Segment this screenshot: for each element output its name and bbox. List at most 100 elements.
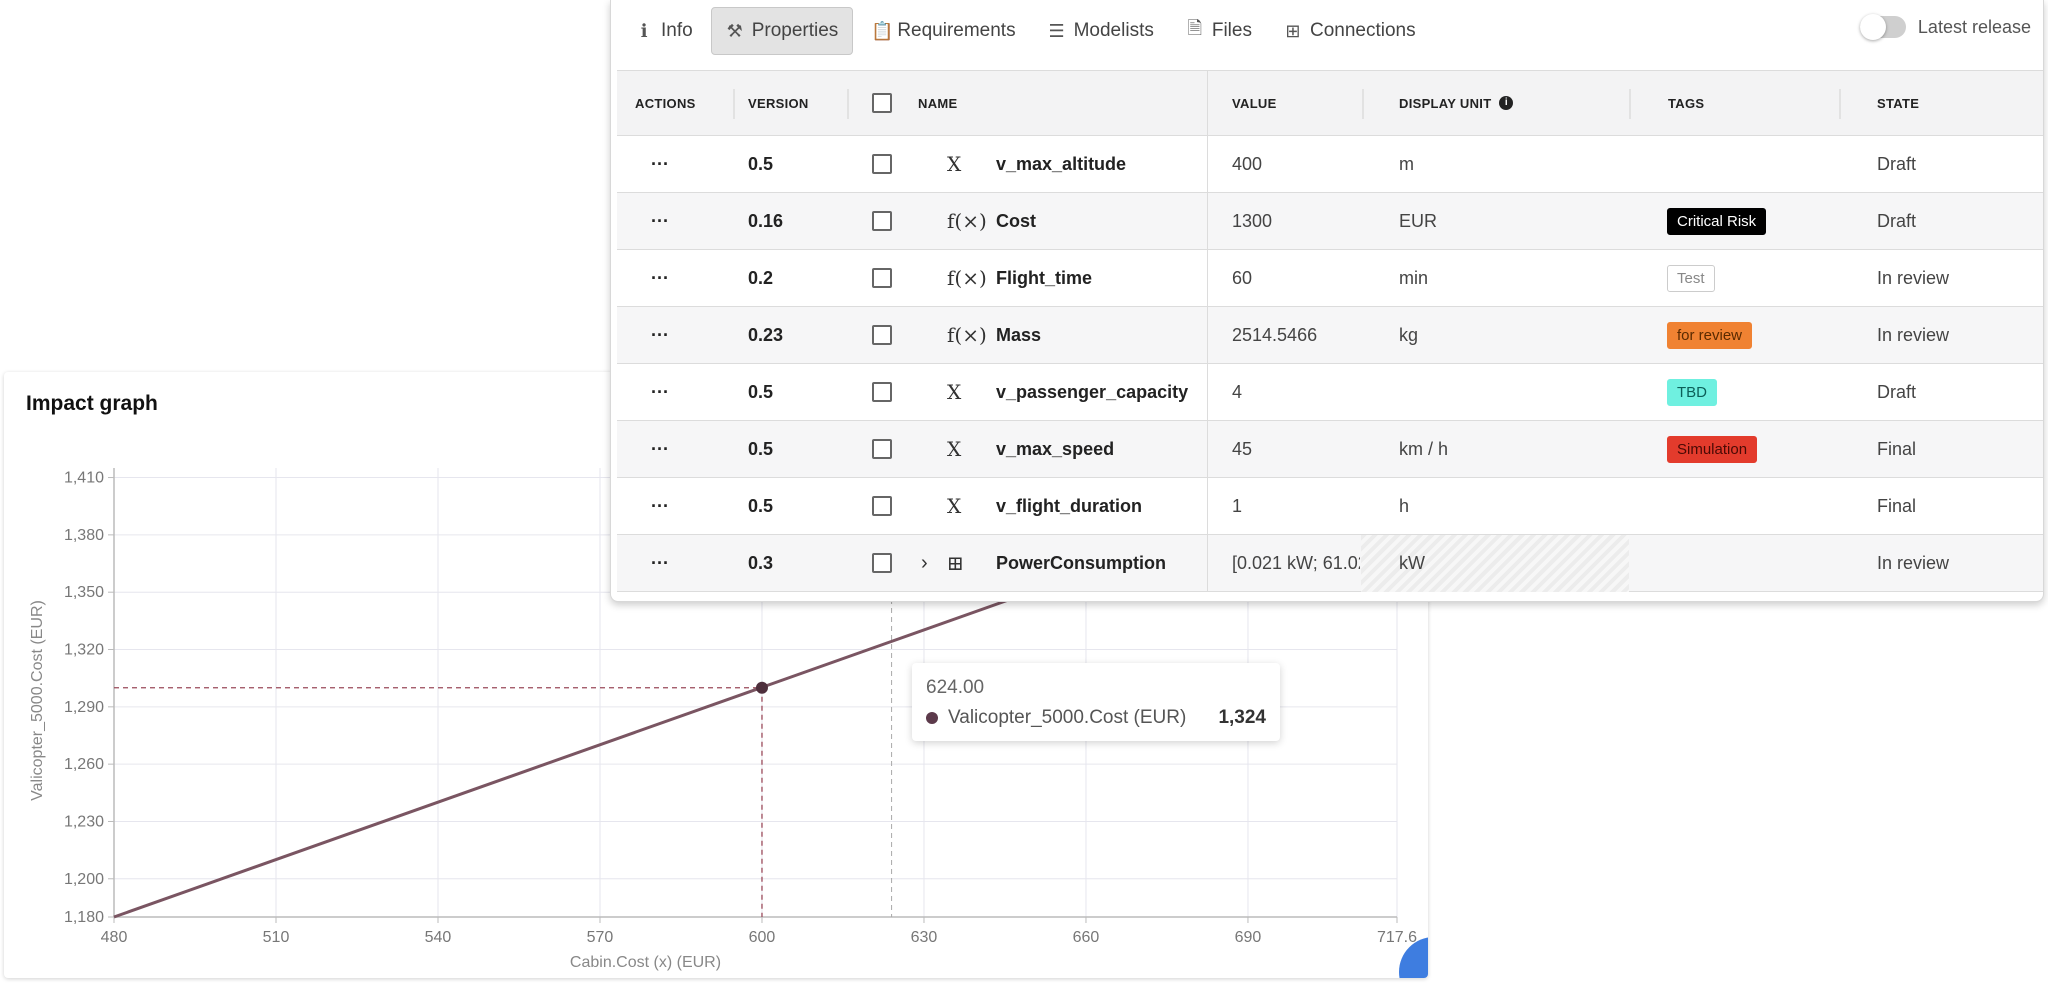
table-icon: ⊞ — [947, 551, 964, 575]
select-all-checkbox[interactable] — [872, 93, 892, 113]
chart-tooltip: 624.00 Valicopter_5000.Cost (EUR) 1,324 — [912, 663, 1280, 741]
row-actions-menu[interactable]: ··· — [651, 478, 669, 534]
y-tick-label: 1,180 — [64, 909, 104, 926]
row-checkbox[interactable] — [872, 154, 892, 174]
tab-properties[interactable]: ⚒ Properties — [710, 7, 854, 55]
table-header: ACTIONS VERSION NAME VALUE DISPLAY UNIT i… — [617, 70, 2043, 136]
table-row[interactable]: ··· 0.2 f(×) Flight_time 60 min Test In review — [617, 250, 2043, 307]
x-tick-label: 480 — [101, 929, 128, 946]
row-select-cell — [872, 136, 892, 192]
tag-badge[interactable]: Critical Risk — [1667, 207, 1767, 235]
column-divider — [1207, 136, 1208, 192]
row-name[interactable]: Cost — [996, 193, 1036, 249]
x-tick-label: 570 — [587, 929, 614, 946]
row-state: Draft — [1877, 153, 1917, 174]
tab-requirements[interactable]: 📋 Requirements — [857, 7, 1029, 55]
x-tick-label: 630 — [911, 929, 938, 946]
tab-info[interactable]: ℹ Info — [621, 7, 707, 55]
table-row[interactable]: ··· 0.5 Xv_flight_duration 1 h Final — [617, 478, 2043, 535]
y-tick-label: 1,320 — [64, 642, 104, 659]
table-row[interactable]: ··· 0.5 Xv_max_altitude 400 m Draft — [617, 136, 2043, 193]
row-checkbox[interactable] — [872, 325, 892, 345]
tab-modelists[interactable]: ☰ Modelists — [1034, 7, 1168, 55]
row-unit[interactable]: min — [1399, 250, 1428, 306]
row-value[interactable]: [0.021 kW; 61.025 — [1232, 535, 1360, 591]
variable-x-icon: X — [947, 437, 962, 461]
row-name[interactable]: Mass — [996, 307, 1041, 363]
row-value[interactable]: 4 — [1232, 364, 1360, 420]
info-icon[interactable]: i — [1499, 96, 1514, 110]
row-name[interactable]: v_passenger_capacity — [996, 364, 1188, 420]
row-value[interactable]: 45 — [1232, 421, 1360, 477]
tab-files[interactable]: 🗎 Files — [1172, 7, 1266, 55]
col-value[interactable]: VALUE — [1232, 71, 1277, 135]
table-row[interactable]: ··· 0.3 › ⊞ PowerConsumption [0.021 kW; 61.02… — [617, 535, 2043, 592]
row-name[interactable]: v_max_altitude — [996, 136, 1126, 192]
row-state: Final — [1877, 495, 1917, 516]
row-name[interactable]: Flight_time — [996, 250, 1092, 306]
latest-release-label: Latest release — [1917, 16, 2031, 37]
row-value[interactable]: 60 — [1232, 250, 1360, 306]
row-unit[interactable]: m — [1399, 136, 1414, 192]
table-row[interactable]: ··· 0.5 Xv_max_speed 45 km / h Simulation Fina… — [617, 421, 2043, 478]
row-actions-menu[interactable]: ··· — [651, 307, 669, 363]
data-point-marker[interactable] — [755, 681, 768, 694]
row-checkbox[interactable] — [872, 268, 892, 288]
row-unit[interactable]: kg — [1399, 307, 1418, 363]
select-all-cell — [872, 71, 892, 135]
toggle-switch[interactable] — [1859, 14, 1906, 40]
row-select-cell — [872, 535, 892, 591]
tab-connections[interactable]: ⊞ Connections — [1270, 7, 1430, 55]
col-tags[interactable]: TAGS — [1668, 71, 1704, 135]
tab-bar: ℹ Info ⚒ Properties 📋 Requirements ☰ Modelists 🗎… — [611, 0, 2043, 62]
row-checkbox[interactable] — [872, 553, 892, 573]
row-actions-menu[interactable]: ··· — [651, 193, 669, 249]
tag-badge[interactable]: TBD — [1667, 378, 1717, 406]
tag-badge[interactable]: for review — [1667, 321, 1753, 349]
latest-release-toggle[interactable]: Latest release — [1859, 14, 2031, 40]
variable-x-icon: X — [947, 380, 962, 404]
sliders-icon: ☰ — [1048, 20, 1065, 41]
variable-x-icon: X — [947, 152, 962, 176]
row-unit[interactable]: km / h — [1399, 421, 1448, 477]
row-unit[interactable]: h — [1399, 478, 1409, 534]
col-display-unit[interactable]: DISPLAY UNIT i — [1399, 71, 1514, 135]
row-name[interactable]: PowerConsumption — [996, 535, 1166, 591]
x-tick-label: 540 — [425, 929, 452, 946]
row-select-cell — [872, 364, 892, 420]
tab-label: Requirements — [897, 20, 1016, 41]
col-name[interactable]: NAME — [918, 71, 957, 135]
row-unit[interactable]: EUR — [1399, 193, 1437, 249]
row-value[interactable]: 400 — [1232, 136, 1360, 192]
row-actions-menu[interactable]: ··· — [651, 421, 669, 477]
column-divider — [1207, 307, 1208, 363]
tab-label: Properties — [751, 20, 839, 41]
col-state[interactable]: STATE — [1877, 71, 1919, 135]
table-row[interactable]: ··· 0.5 Xv_passenger_capacity 4 TBD Draft — [617, 364, 2043, 421]
chevron-right-icon[interactable]: › — [921, 535, 928, 591]
table-row[interactable]: ··· 0.16 f(×) Cost 1300 EUR Critical Risk Draft — [617, 193, 2043, 250]
row-actions-menu[interactable]: ··· — [651, 535, 669, 591]
row-name[interactable]: v_max_speed — [996, 421, 1114, 477]
row-actions-menu[interactable]: ··· — [651, 364, 669, 420]
y-tick-label: 1,200 — [64, 871, 104, 888]
row-value[interactable]: 2514.5466 — [1232, 307, 1360, 363]
column-separator — [1629, 89, 1631, 119]
row-actions-menu[interactable]: ··· — [651, 250, 669, 306]
variable-x-icon: X — [947, 494, 962, 518]
row-actions-menu[interactable]: ··· — [651, 136, 669, 192]
row-checkbox[interactable] — [872, 211, 892, 231]
column-divider — [1207, 364, 1208, 420]
row-version: 0.3 — [748, 552, 774, 573]
table-row[interactable]: ··· 0.23 f(×) Mass 2514.5466 kg for review In r… — [617, 307, 2043, 364]
row-checkbox[interactable] — [872, 439, 892, 459]
row-checkbox[interactable] — [872, 496, 892, 516]
col-version[interactable]: VERSION — [748, 71, 809, 135]
row-name[interactable]: v_flight_duration — [996, 478, 1142, 534]
tag-badge[interactable]: Test — [1667, 264, 1715, 292]
tag-badge[interactable]: Simulation — [1667, 435, 1758, 463]
row-unit[interactable]: kW — [1399, 535, 1425, 591]
row-value[interactable]: 1300 — [1232, 193, 1360, 249]
row-value[interactable]: 1 — [1232, 478, 1360, 534]
row-checkbox[interactable] — [872, 382, 892, 402]
